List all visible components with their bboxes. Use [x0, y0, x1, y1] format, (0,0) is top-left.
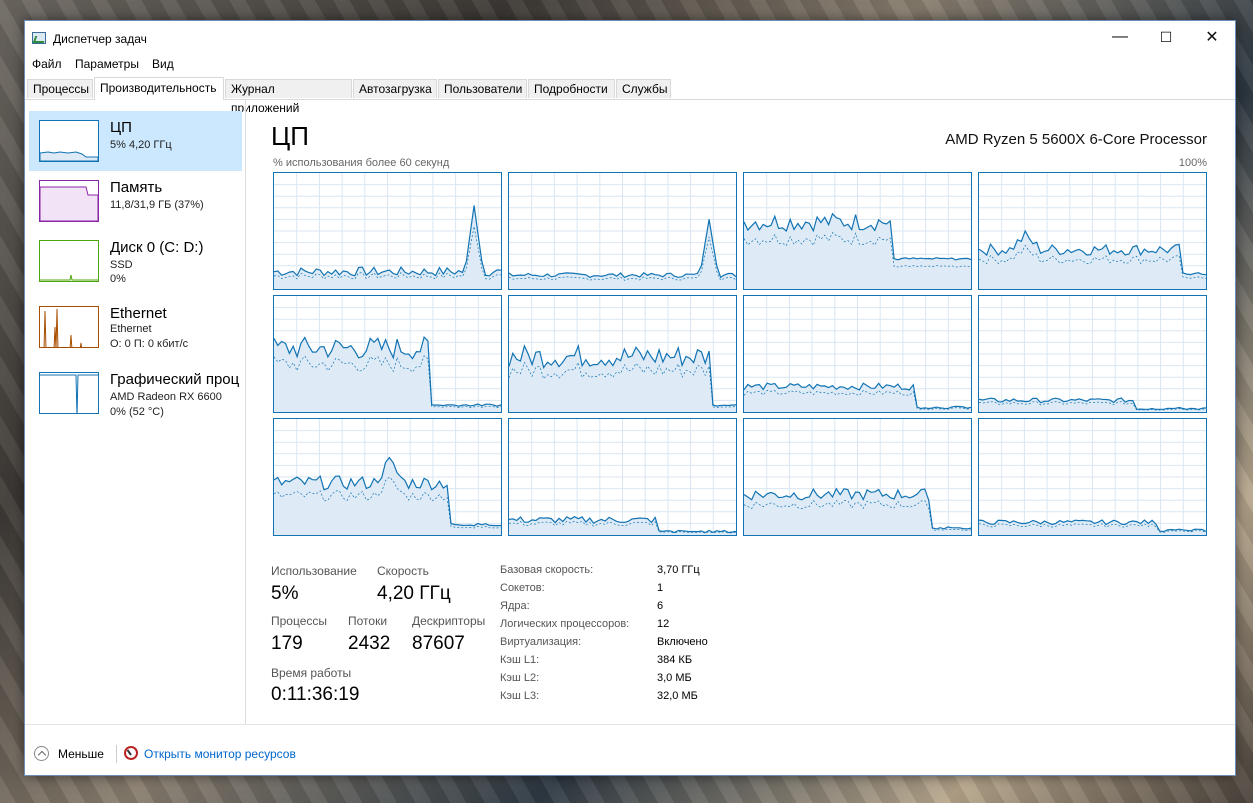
sidebar-item-label: ЦП [110, 119, 132, 136]
sidebar-item-detail: AMD Radeon RX 6600 [110, 391, 222, 403]
logical-processor-graph [978, 295, 1207, 413]
l1-cache-label: Кэш L1: [500, 654, 540, 666]
sidebar-item-detail: SSD [110, 259, 133, 271]
virtualization-value: Включено [657, 636, 708, 648]
base-speed-value: 3,70 ГГц [657, 564, 700, 576]
speed-value: 4,20 ГГц [377, 583, 451, 604]
menu-view[interactable]: Вид [152, 57, 174, 71]
logical-processor-graph [508, 295, 737, 413]
l3-cache-label: Кэш L3: [500, 690, 540, 702]
logical-processor-graph [743, 295, 972, 413]
logical-processor-graph [273, 295, 502, 413]
sidebar-item-label: Память [110, 179, 163, 196]
tab-performance[interactable]: Производительность [94, 77, 224, 100]
usage-label: Использование [271, 564, 357, 578]
l2-cache-label: Кэш L2: [500, 672, 540, 684]
sockets-label: Сокетов: [500, 582, 545, 594]
threads-label: Потоки [348, 614, 388, 628]
processes-value: 179 [271, 633, 303, 654]
logical-processor-graph [743, 418, 972, 536]
l2-cache-value: 3,0 МБ [657, 672, 692, 684]
sidebar-item-detail: Ethernet [110, 323, 152, 335]
menu-options[interactable]: Параметры [75, 57, 139, 71]
page-title: ЦП [271, 121, 309, 151]
memory-thumbnail-graph [39, 180, 99, 222]
sidebar-item-cpu[interactable]: ЦП 5% 4,20 ГГц [29, 111, 242, 171]
logical-processors-value: 12 [657, 618, 670, 630]
fewer-details-button[interactable]: Меньше [58, 747, 104, 761]
logical-processor-graph [508, 418, 737, 536]
gpu-thumbnail-graph [39, 372, 99, 414]
tab-users[interactable]: Пользователи [438, 79, 527, 98]
title-bar[interactable]: Диспетчер задач — ☐ ✕ [25, 21, 1235, 53]
l1-cache-value: 384 КБ [657, 654, 693, 666]
sockets-value: 1 [657, 582, 664, 594]
sidebar-item-memory[interactable]: Память 11,8/31,9 ГБ (37%) [29, 171, 242, 231]
speed-label: Скорость [377, 564, 429, 578]
close-button[interactable]: ✕ [1189, 21, 1235, 53]
footer-divider [116, 745, 117, 763]
sidebar-item-disk[interactable]: Диск 0 (C: D:) SSD 0% [29, 231, 242, 291]
logical-processor-graph [978, 172, 1207, 290]
cpu-model-name: AMD Ryzen 5 5600X 6-Core Processor [945, 131, 1207, 148]
tab-processes[interactable]: Процессы [27, 79, 93, 98]
handles-label: Дескрипторы [412, 614, 486, 628]
graph-max-label: 100% [1178, 157, 1207, 169]
sidebar-item-detail: 5% 4,20 ГГц [110, 139, 172, 151]
tab-details[interactable]: Подробности [528, 79, 615, 98]
threads-value: 2432 [348, 633, 391, 654]
sidebar-item-label: Ethernet [110, 305, 167, 322]
logical-processor-graph [273, 418, 502, 536]
open-resource-monitor-link[interactable]: Открыть монитор ресурсов [144, 747, 296, 761]
sidebar-item-detail: О: 0 П: 0 кбит/с [110, 338, 189, 350]
footer-bar: Меньше Открыть монитор ресурсов [25, 724, 1235, 775]
graph-gridlines [979, 419, 1206, 535]
sidebar-item-detail: 11,8/31,9 ГБ (37%) [110, 199, 204, 211]
sidebar-item-label: Диск 0 (C: D:) [110, 239, 204, 256]
processes-label: Процессы [271, 614, 328, 628]
sidebar-item-detail: 0% (52 °C) [110, 406, 164, 418]
menu-file[interactable]: Файл [32, 57, 62, 71]
uptime-label: Время работы [271, 666, 352, 680]
uptime-value: 0:11:36:19 [271, 684, 360, 705]
resource-monitor-icon [124, 746, 138, 760]
task-manager-icon [32, 32, 46, 44]
logical-processor-graph [273, 172, 502, 290]
logical-processor-graph [743, 172, 972, 290]
logical-processor-graph [978, 418, 1207, 536]
tab-app-history[interactable]: Журнал приложений [225, 79, 352, 115]
cores-value: 6 [657, 600, 664, 612]
cpu-thumbnail-graph [39, 120, 99, 162]
sidebar-item-gpu[interactable]: Графический проц AMD Radeon RX 6600 0% (… [29, 363, 242, 423]
cores-label: Ядра: [500, 600, 530, 612]
base-speed-label: Базовая скорость: [500, 564, 594, 576]
window-title: Диспетчер задач [53, 32, 147, 46]
virtualization-label: Виртуализация: [500, 636, 582, 648]
logical-processor-graphs [273, 172, 1209, 538]
graph-gridlines [979, 296, 1206, 412]
graph-caption: % использования более 60 секунд [273, 157, 450, 169]
task-manager-window: Диспетчер задач — ☐ ✕ Файл Параметры Вид… [24, 20, 1236, 776]
tab-strip: Процессы Производительность Журнал прило… [25, 77, 1235, 115]
disk-thumbnail-graph [39, 240, 99, 282]
menu-bar: Файл Параметры Вид [25, 53, 1235, 73]
logical-processors-label: Логических процессоров: [500, 618, 630, 630]
tab-services[interactable]: Службы [616, 79, 671, 98]
sidebar-item-label: Графический проц [110, 371, 240, 388]
sidebar-item-detail: 0% [110, 273, 126, 285]
usage-value: 5% [271, 583, 299, 604]
ethernet-thumbnail-graph [39, 306, 99, 348]
resource-sidebar: ЦП 5% 4,20 ГГц Память 11,8/31,9 ГБ (37%)… [25, 99, 246, 724]
logical-processor-graph [508, 172, 737, 290]
l3-cache-value: 32,0 МБ [657, 690, 698, 702]
handles-value: 87607 [412, 633, 465, 654]
minimize-button[interactable]: — [1097, 21, 1143, 53]
tab-startup[interactable]: Автозагрузка [353, 79, 437, 98]
sidebar-item-ethernet[interactable]: Ethernet Ethernet О: 0 П: 0 кбит/с [29, 297, 242, 357]
chevron-up-icon[interactable] [34, 746, 49, 761]
maximize-button[interactable]: ☐ [1143, 21, 1189, 53]
